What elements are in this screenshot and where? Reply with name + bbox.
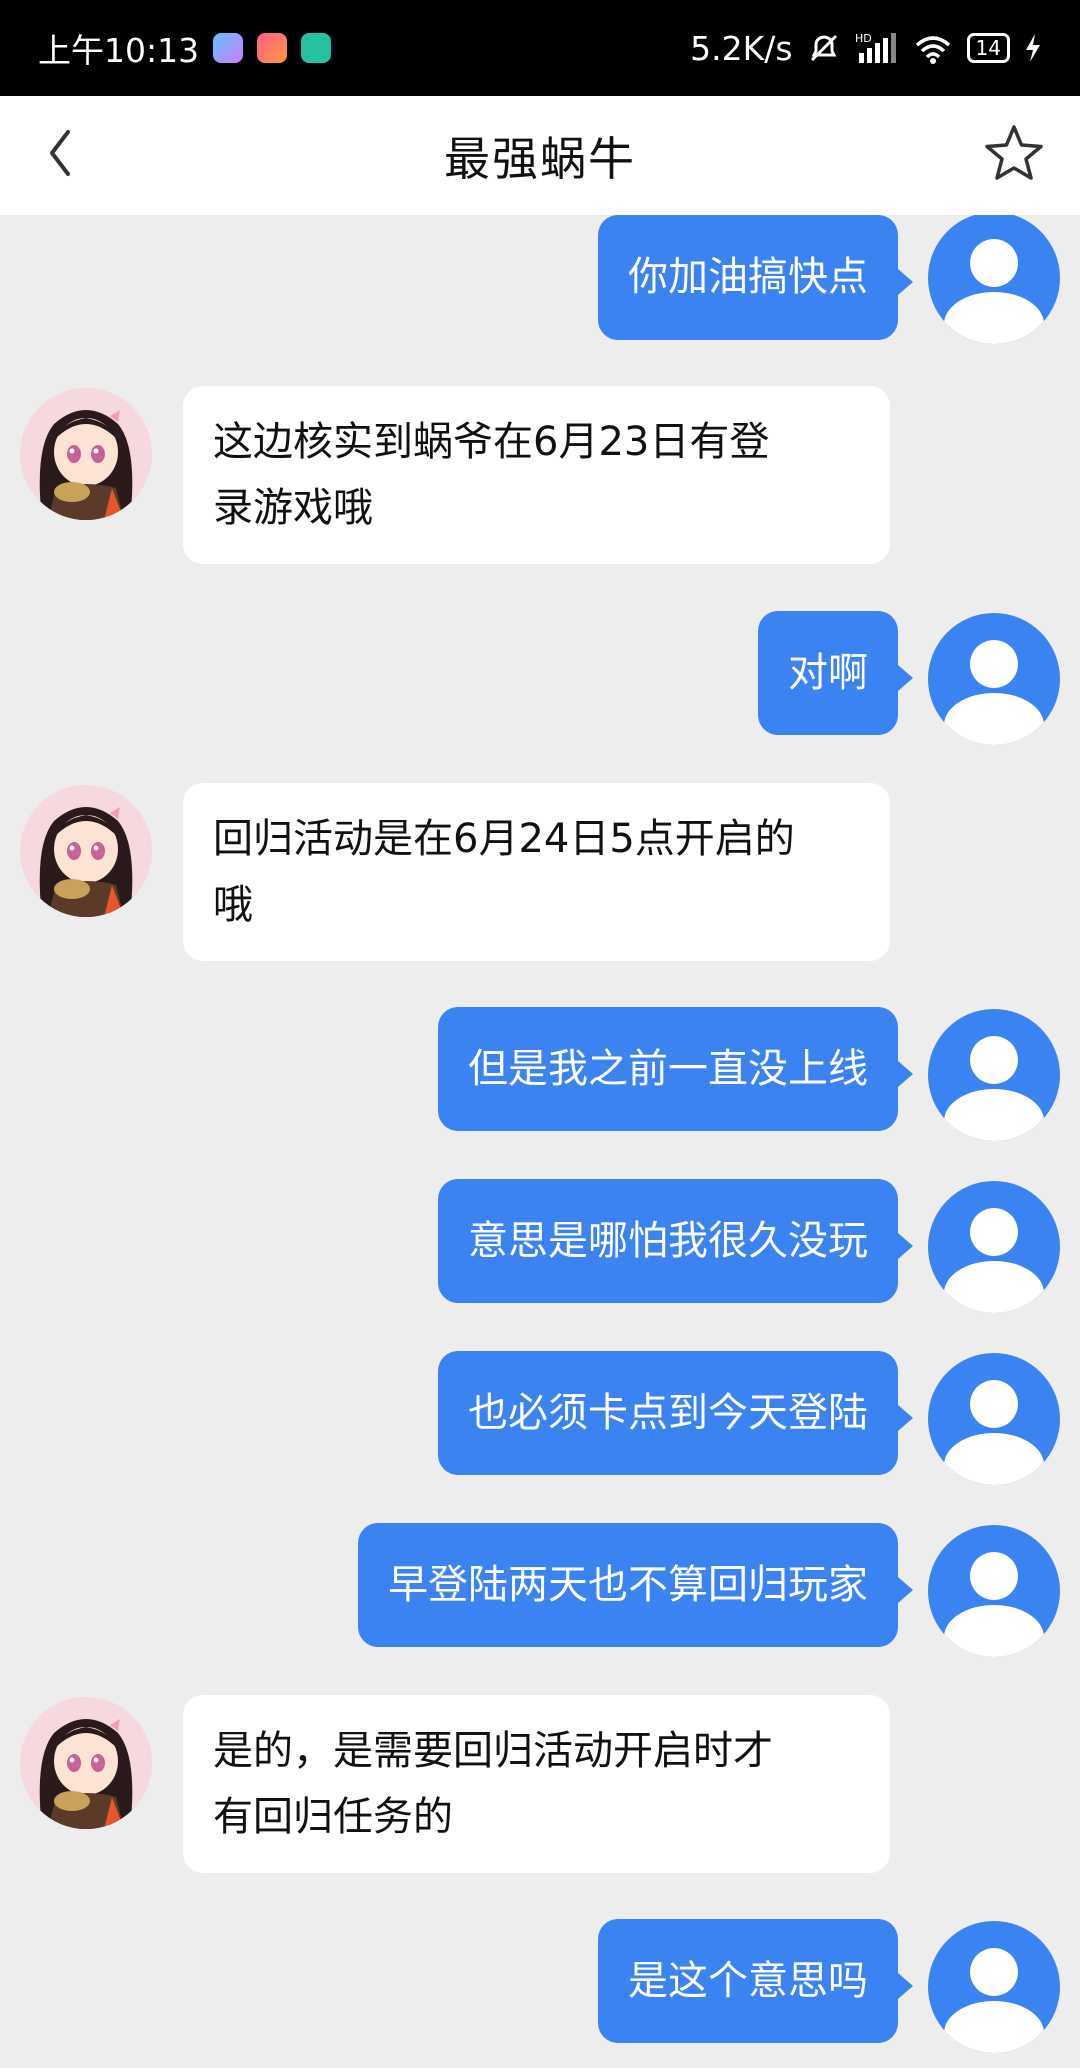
status-time: 上午10:13 <box>38 31 200 70</box>
incoming-bubble[interactable]: 回归活动是在6月24日5点开启的 哦 <box>183 783 890 961</box>
agent-avatar[interactable] <box>20 388 152 520</box>
page-title: 最强蜗牛 <box>444 131 636 186</box>
message-line: 哦 <box>213 882 253 928</box>
user-avatar[interactable] <box>928 1921 1060 2053</box>
outgoing-bubble[interactable]: 早登陆两天也不算回归玩家 <box>358 1523 898 1647</box>
agent-avatar[interactable] <box>20 1697 152 1829</box>
wifi-icon <box>915 36 950 64</box>
status-left: 上午10:13 <box>38 24 332 72</box>
user-silhouette-icon <box>928 1353 1060 1485</box>
bubble-tail <box>898 1061 913 1087</box>
app-notification-icon <box>213 33 244 63</box>
bubble-tail <box>898 665 913 691</box>
outgoing-bubble[interactable]: 是这个意思吗 <box>598 1919 898 2043</box>
outgoing-bubble[interactable]: 但是我之前一直没上线 <box>438 1007 898 1131</box>
user-avatar[interactable] <box>928 1009 1060 1141</box>
status-right: 5.2K/s HD 14 <box>690 29 1042 68</box>
user-silhouette-icon <box>928 1009 1060 1141</box>
svg-text:HD: HD <box>855 32 872 45</box>
charging-icon <box>1026 34 1040 62</box>
signal-icon: HD <box>855 32 896 63</box>
user-avatar[interactable] <box>928 613 1060 745</box>
incoming-bubble[interactable]: 是的，是需要回归活动开启时才 有回归任务的 <box>183 1695 890 1873</box>
outgoing-bubble[interactable]: 对啊 <box>758 611 898 735</box>
user-silhouette-icon <box>928 613 1060 745</box>
user-avatar[interactable] <box>928 1181 1060 1313</box>
status-bar: 上午10:13 5.2K/s HD 14 <box>0 0 1080 96</box>
bubble-tail <box>898 1577 913 1603</box>
incoming-bubble[interactable]: 这边核实到蜗爷在6月23日有登 录游戏哦 <box>183 386 890 564</box>
network-speed: 5.2K/s <box>690 28 793 68</box>
bubble-tail <box>898 1405 913 1431</box>
mail-app-icon <box>257 33 288 63</box>
anime-girl-avatar-icon <box>20 1697 152 1829</box>
message-line: 回归活动是在6月24日5点开启的 <box>213 816 795 862</box>
anime-girl-avatar-icon <box>20 388 152 520</box>
user-silhouette-icon <box>928 215 1060 344</box>
user-silhouette-icon <box>928 1921 1060 2053</box>
outgoing-bubble[interactable]: 你加油搞快点 <box>598 215 898 340</box>
outgoing-bubble[interactable]: 意思是哪怕我很久没玩 <box>438 1179 898 1303</box>
message-line: 有回归任务的 <box>213 1794 453 1840</box>
favorite-button[interactable] <box>984 124 1044 184</box>
mute-bell-icon <box>810 34 837 62</box>
outgoing-bubble[interactable]: 也必须卡点到今天登陆 <box>438 1351 898 1475</box>
back-button[interactable] <box>34 118 84 188</box>
message-line: 录游戏哦 <box>213 485 373 531</box>
chevron-left-icon <box>50 130 70 176</box>
user-silhouette-icon <box>928 1181 1060 1313</box>
user-avatar[interactable] <box>928 1525 1060 1657</box>
message-line: 这边核实到蜗爷在6月23日有登 <box>213 419 770 465</box>
agent-avatar[interactable] <box>20 785 152 917</box>
battery-indicator: 14 <box>966 33 1010 63</box>
bubble-tail <box>898 1233 913 1259</box>
star-outline-icon <box>985 125 1043 180</box>
bubble-tail <box>898 1973 913 1999</box>
message-line: 是的，是需要回归活动开启时才 <box>213 1728 773 1774</box>
bubble-tail <box>898 269 913 295</box>
lock-app-icon <box>301 33 332 63</box>
user-silhouette-icon <box>928 1525 1060 1657</box>
user-avatar[interactable] <box>928 1353 1060 1485</box>
chat-header: 最强蜗牛 <box>0 96 1080 215</box>
anime-girl-avatar-icon <box>20 785 152 917</box>
user-avatar[interactable] <box>928 215 1060 344</box>
chat-message-list[interactable]: 你加油搞快点 这边核实到蜗爷在6月23日有登 录游戏哦 对啊 回归活动是在6月2… <box>0 215 1080 2068</box>
